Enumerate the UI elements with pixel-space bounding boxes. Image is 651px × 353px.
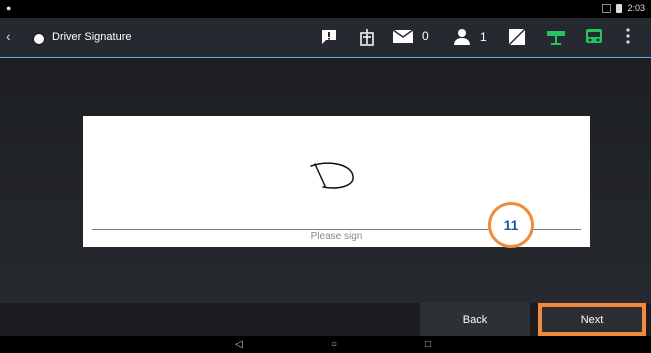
bus-icon [586,29,602,43]
battery-icon [616,3,623,13]
person-icon [454,29,470,45]
no-sim-icon [602,3,612,13]
signature-drawing [310,162,354,189]
envelope-icon [392,29,414,43]
status-right: 2:03 [602,3,645,13]
messages-count: 0 [422,29,429,43]
alert-icon [322,30,336,44]
unassigned-icon [508,28,526,46]
next-button[interactable]: Next [538,303,646,336]
system-nav-bar: ◁ ○ □ [0,336,651,353]
nav-recents-icon[interactable]: □ [425,339,431,350]
trailer-icon [547,31,565,45]
back-button[interactable]: Back [420,303,530,336]
back-chevron-icon[interactable]: ‹ [6,28,11,44]
nav-back-icon[interactable]: ◁ [235,339,243,350]
messages-button[interactable]: 0 [392,28,429,44]
alert-button[interactable] [320,28,338,46]
location-pin-icon: ● [6,3,12,13]
nav-home-icon[interactable]: ○ [331,339,337,350]
app-logo[interactable] [32,32,46,46]
clock: 2:03 [627,3,645,13]
status-bar: ● 2:03 [0,0,651,18]
page-title: Driver Signature [52,31,132,43]
trailer-button[interactable] [546,28,566,46]
users-button[interactable]: 1 [452,28,487,46]
step-annotation-badge: 11 [488,202,534,248]
more-vertical-icon [626,28,630,44]
unassigned-button[interactable] [508,28,526,46]
inspection-icon [360,29,374,46]
app-toolbar: ‹ Driver Signature 0 1 [0,18,651,58]
users-count: 1 [480,30,487,44]
vehicle-button[interactable] [584,28,604,46]
inspection-button[interactable] [358,28,376,46]
overflow-menu-button[interactable] [626,28,630,44]
